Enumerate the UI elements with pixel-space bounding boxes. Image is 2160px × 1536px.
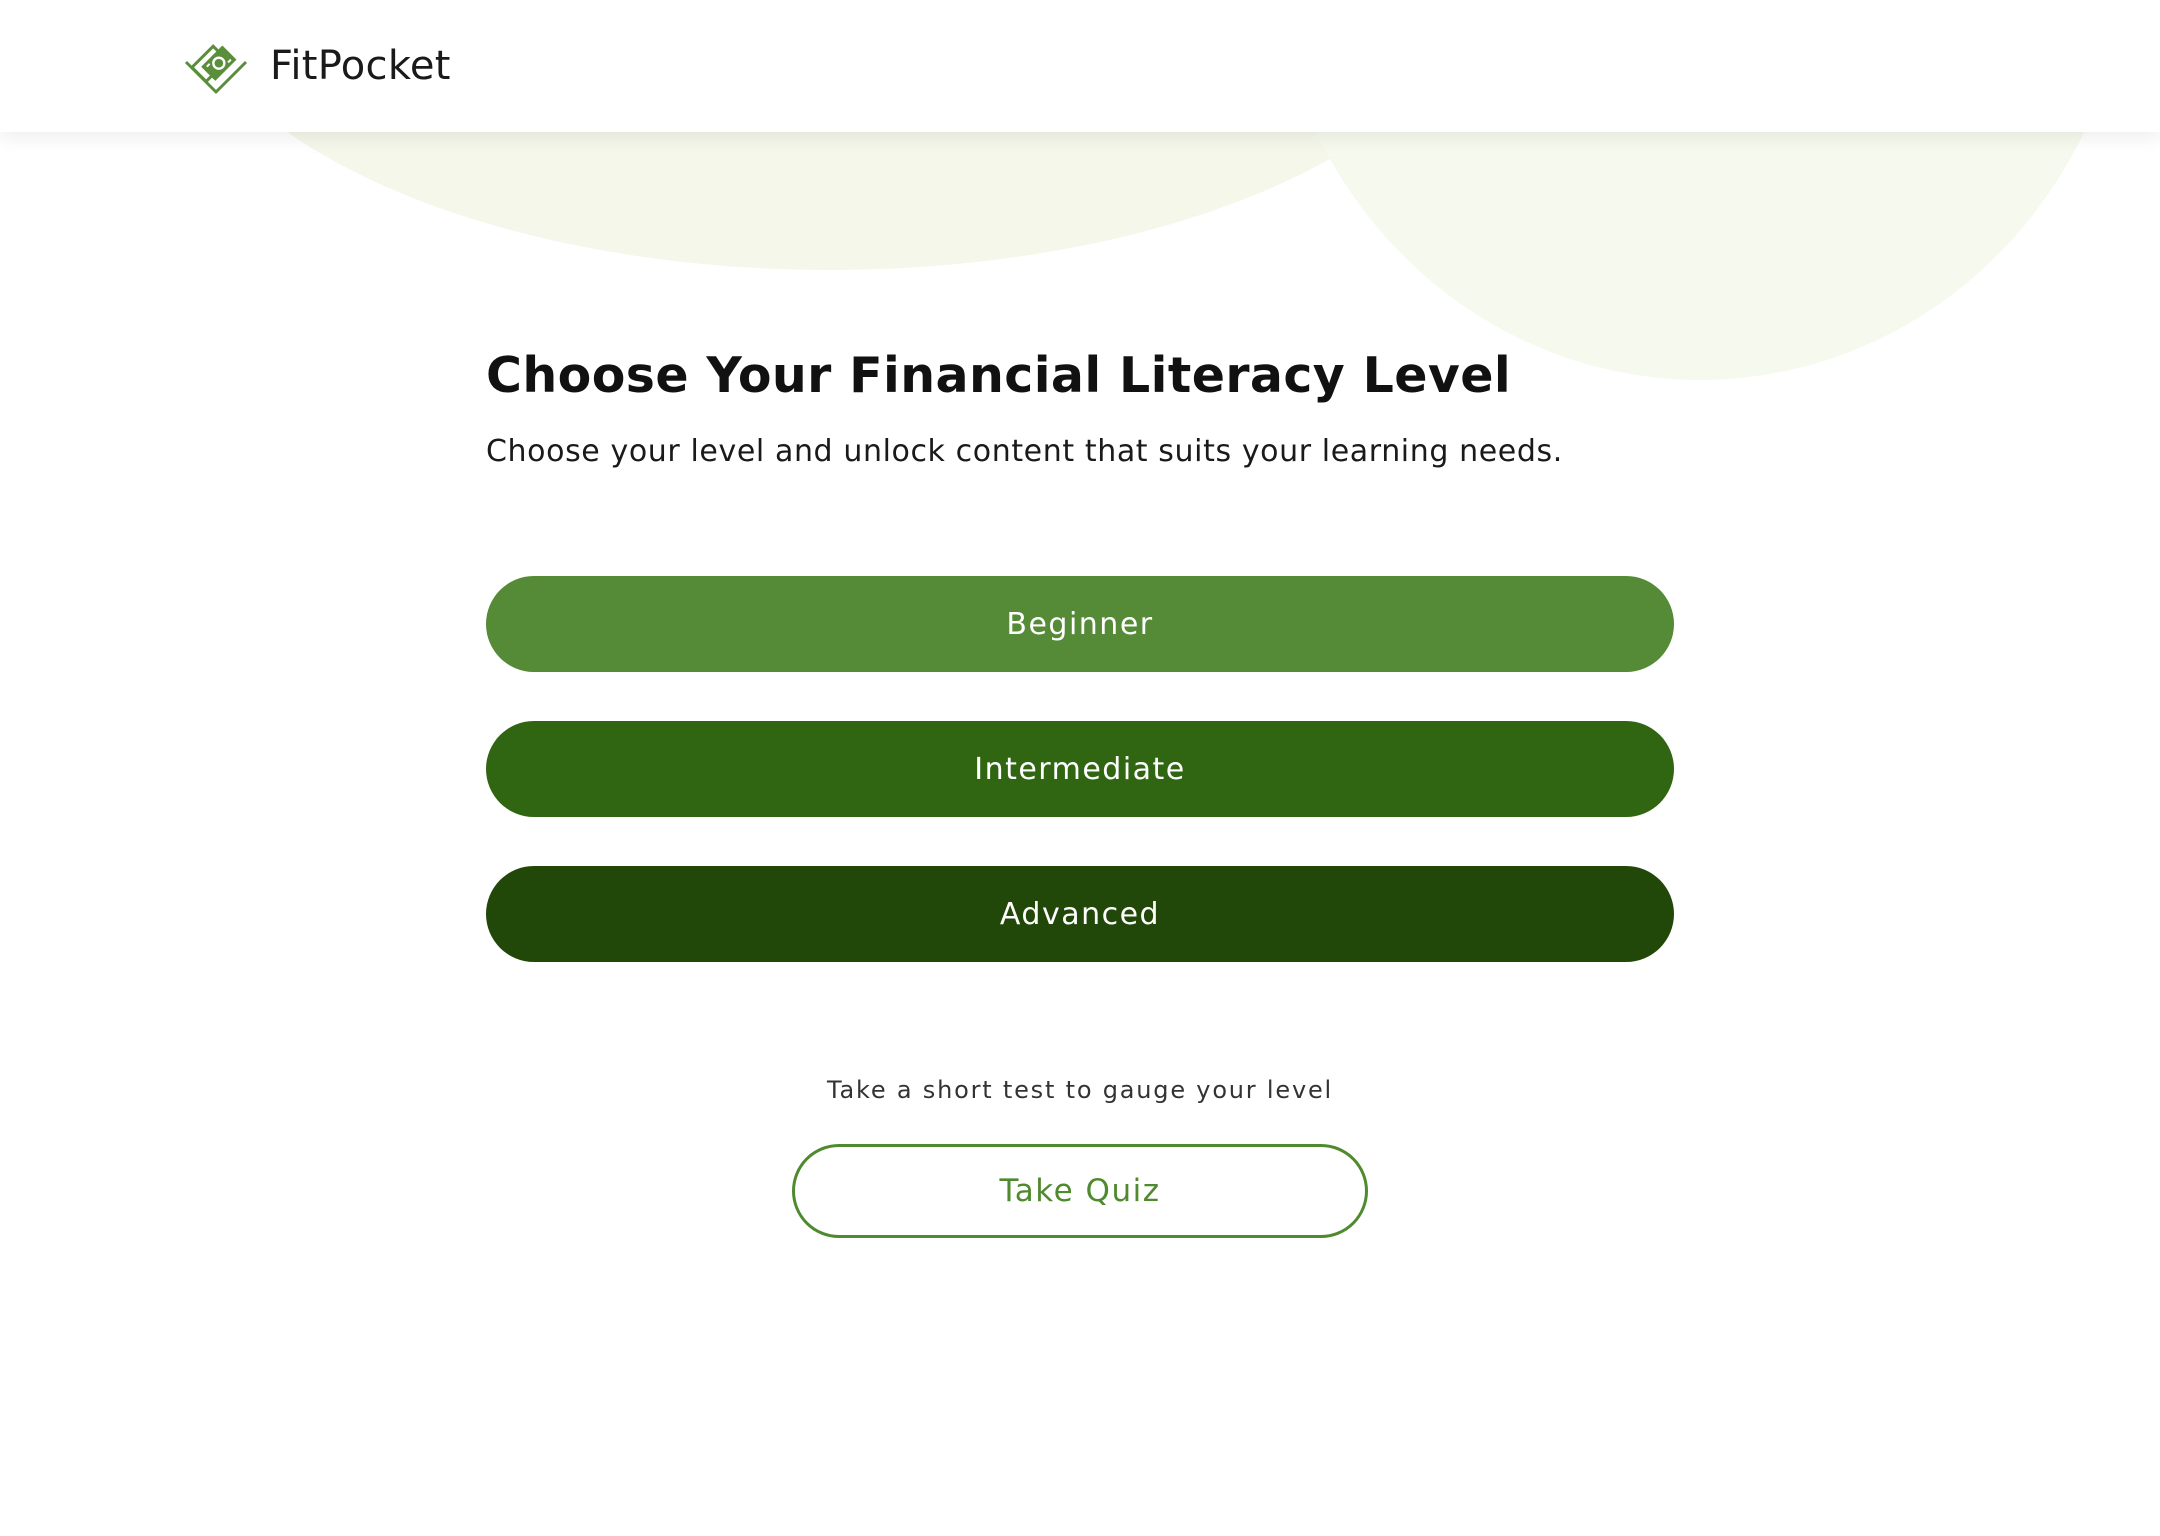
- level-options: Beginner Intermediate Advanced: [486, 576, 1674, 962]
- money-heart-icon: [178, 36, 254, 96]
- brand-name[interactable]: FitPocket: [270, 42, 451, 90]
- intermediate-button[interactable]: Intermediate: [486, 721, 1674, 817]
- level-selection: Choose Your Financial Literacy Level Cho…: [486, 340, 1674, 1238]
- advanced-button[interactable]: Advanced: [486, 866, 1674, 962]
- top-header: FitPocket: [0, 0, 2160, 132]
- quiz-prompt: Take a short test to gauge your level: [827, 1076, 1333, 1104]
- quiz-section: Take a short test to gauge your level Ta…: [486, 1070, 1674, 1238]
- page-subtitle: Choose your level and unlock content tha…: [486, 434, 1563, 469]
- beginner-button[interactable]: Beginner: [486, 576, 1674, 672]
- page-title: Choose Your Financial Literacy Level: [486, 347, 1512, 404]
- take-quiz-button[interactable]: Take Quiz: [792, 1144, 1368, 1238]
